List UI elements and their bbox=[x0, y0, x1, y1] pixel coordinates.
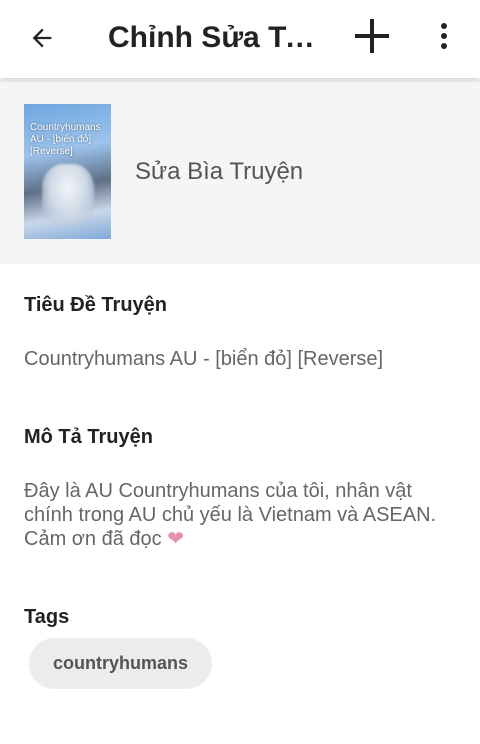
more-vertical-icon bbox=[441, 23, 447, 49]
cover-image-text: Countryhumans AU - [biển đỏ] [Reverse] bbox=[30, 122, 101, 157]
cover-section: Countryhumans AU - [biển đỏ] [Reverse] S… bbox=[0, 80, 480, 264]
cover-image[interactable]: Countryhumans AU - [biển đỏ] [Reverse] bbox=[24, 104, 111, 239]
page-title: Chỉnh Sửa Truyện bbox=[108, 21, 324, 54]
add-button[interactable] bbox=[350, 14, 394, 58]
story-title-field[interactable]: Countryhumans AU - [biển đỏ] [Reverse] bbox=[24, 347, 383, 371]
story-title-label: Tiêu Đề Truyện bbox=[24, 294, 168, 316]
story-description-text: Đây là AU Countryhumans của tôi, nhân vậ… bbox=[24, 480, 437, 550]
edit-cover-link[interactable]: Sửa Bìa Truyện bbox=[135, 158, 303, 186]
tags-label: Tags bbox=[24, 606, 70, 628]
story-description-field[interactable]: Đây là AU Countryhumans của tôi, nhân vậ… bbox=[24, 479, 464, 551]
back-button[interactable] bbox=[22, 18, 62, 58]
app-bar: Chỉnh Sửa Truyện bbox=[0, 0, 480, 78]
tag-chip[interactable]: countryhumans bbox=[29, 638, 212, 689]
story-description-label: Mô Tả Truyện bbox=[24, 426, 153, 448]
heart-icon: ❤ bbox=[167, 528, 184, 550]
plus-icon bbox=[355, 19, 389, 53]
cover-figure bbox=[42, 164, 94, 224]
more-options-button[interactable] bbox=[428, 16, 460, 56]
arrow-left-icon bbox=[32, 28, 52, 48]
